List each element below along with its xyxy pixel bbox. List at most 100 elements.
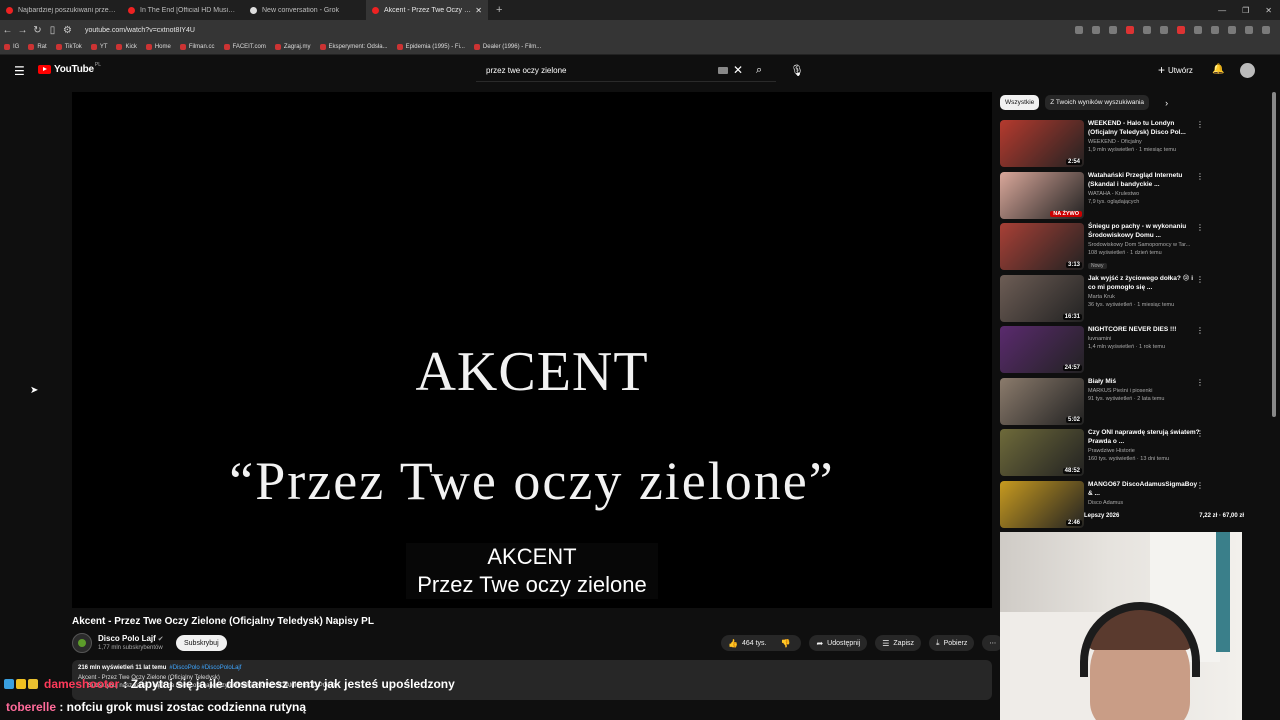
extension-icon[interactable] — [1194, 26, 1202, 34]
rec-title[interactable]: NIGHTCORE NEVER DIES !!! — [1088, 325, 1200, 334]
hamburger-menu-icon[interactable]: ☰ — [14, 64, 25, 78]
bookmark-item[interactable]: Dealer (1996) - Film... — [473, 44, 541, 50]
sidebar-scrollbar[interactable] — [1272, 92, 1276, 417]
close-tab-icon[interactable]: ✕ — [475, 6, 482, 15]
list-item[interactable]: 2:54 WEEKEND - Halo tu Londyn (Oficjalny… — [1000, 118, 1205, 170]
rec-channel[interactable]: Marta Kruk — [1088, 294, 1200, 300]
bookmark-item[interactable]: Eksperyment: Odsła... — [319, 44, 388, 50]
list-item[interactable]: 16:31 Jak wyjść z życiowego dołka? 😢 i c… — [1000, 273, 1205, 325]
browser-tab[interactable]: In The End [Official HD Music Video] — [122, 0, 244, 20]
bookmark-item[interactable]: TikTok — [55, 44, 82, 50]
new-tab-button[interactable]: + — [488, 4, 510, 16]
save-button[interactable]: ☰ Zapisz — [875, 635, 922, 651]
url-field[interactable]: youtube.com/watch?v=cxtnot8IY4U — [85, 27, 195, 34]
download-icon[interactable] — [1228, 26, 1236, 34]
video-thumbnail[interactable]: 2:46 — [1000, 480, 1084, 528]
video-thumbnail[interactable]: 16:31 — [1000, 274, 1084, 322]
more-vertical-icon[interactable]: ⋮ — [1196, 378, 1204, 387]
rec-title[interactable]: MANGO67 DiscoAdamusSigmaBoy & ... — [1088, 480, 1200, 498]
microphone-icon[interactable]: 🎙 — [790, 64, 804, 77]
rec-channel[interactable]: Środowiskowy Dom Samopomocy w Tar... — [1088, 242, 1200, 248]
browser-tab[interactable]: Najbardziej poszukiwani przestępcy — [0, 0, 122, 20]
more-vertical-icon[interactable]: ⋮ — [1196, 120, 1204, 129]
download-button[interactable]: ⤓ Pobierz — [929, 635, 975, 651]
close-window-icon[interactable]: ✕ — [1265, 6, 1272, 15]
minimize-icon[interactable]: — — [1218, 6, 1226, 15]
menu-icon[interactable] — [1262, 26, 1270, 34]
youtube-logo[interactable]: YouTube PL — [38, 62, 101, 75]
extension-icon[interactable] — [1245, 26, 1253, 34]
rec-title[interactable]: Jak wyjść z życiowego dołka? 😢 i co mi p… — [1088, 274, 1200, 292]
like-button[interactable]: 👍 464 tys. 👎 — [721, 635, 802, 651]
rec-title[interactable]: Watahański Przegląd Internetu (Skandal i… — [1088, 171, 1200, 189]
list-item[interactable]: 5:02 Biały Miś MARKUS Pieśni i piosenki … — [1000, 376, 1205, 428]
clear-search-icon[interactable]: ✕ — [733, 63, 743, 77]
back-icon[interactable]: ← — [0, 25, 15, 36]
video-player[interactable]: AKCENT “Przez Twe oczy zielone” AKCENT P… — [72, 92, 992, 608]
chip-all[interactable]: Wszystkie — [1000, 95, 1040, 110]
search-icon[interactable]: ⌕ — [756, 64, 762, 77]
list-item[interactable]: 3:13 Śniegu po pachy - w wykonaniu Środo… — [1000, 221, 1205, 273]
bookmark-item[interactable]: Filman.cc — [179, 44, 215, 50]
bookmark-item[interactable]: Rat — [28, 44, 47, 50]
search-box[interactable]: przez twe oczy zielone ✕ ⌕ — [476, 61, 776, 82]
rec-channel[interactable]: WEEKEND - Oficjalny — [1088, 139, 1200, 145]
list-item[interactable]: 24:57 NIGHTCORE NEVER DIES !!! luvnamini… — [1000, 324, 1205, 376]
more-vertical-icon[interactable]: ⋮ — [1196, 275, 1204, 284]
extension-icon[interactable] — [1177, 26, 1185, 34]
star-icon[interactable] — [1109, 26, 1117, 34]
bookmark-item[interactable]: Zagraj.my — [274, 44, 311, 50]
extension-icon[interactable] — [1143, 26, 1151, 34]
chevron-right-icon[interactable]: › — [1165, 98, 1168, 108]
rec-title[interactable]: Biały Miś — [1088, 377, 1200, 386]
shield-icon[interactable] — [1126, 26, 1134, 34]
share-button[interactable]: ➦ Udostępnij — [809, 635, 868, 651]
bookmark-item[interactable]: Epidemia (1995) - Fi... — [396, 44, 465, 50]
browser-tab[interactable]: New conversation - Grok — [244, 0, 366, 20]
bookmark-item[interactable]: YT — [90, 44, 107, 50]
channel-avatar[interactable] — [72, 633, 92, 653]
rec-title[interactable]: Śniegu po pachy - w wykonaniu Środowisko… — [1088, 222, 1200, 240]
more-vertical-icon[interactable]: ⋮ — [1196, 326, 1204, 335]
video-thumbnail[interactable]: 24:57 — [1000, 326, 1084, 373]
video-thumbnail[interactable]: 3:13 — [1000, 223, 1084, 270]
bookmark-item[interactable]: FACEIT.com — [223, 44, 266, 50]
puzzle-icon[interactable] — [1211, 26, 1219, 34]
video-thumbnail[interactable]: 2:54 — [1000, 120, 1084, 167]
video-thumbnail[interactable]: 5:02 — [1000, 377, 1084, 425]
list-item[interactable]: NA ŻYWO Watahański Przegląd Internetu (S… — [1000, 170, 1205, 222]
bookmark-item[interactable]: Home — [145, 44, 171, 50]
more-vertical-icon[interactable]: ⋮ — [1196, 429, 1204, 438]
channel-name[interactable]: Disco Polo Lajf ✔ — [98, 634, 164, 643]
more-vertical-icon[interactable]: ⋮ — [1196, 223, 1204, 232]
rec-channel[interactable]: Prawdziwe Historie — [1088, 448, 1200, 454]
list-item[interactable]: 2:46 MANGO67 DiscoAdamusSigmaBoy & ... D… — [1000, 479, 1205, 531]
more-vertical-icon[interactable]: ⋮ — [1196, 172, 1204, 181]
rec-channel[interactable]: luvnamini — [1088, 336, 1200, 342]
keyboard-icon[interactable] — [718, 67, 728, 74]
forward-icon[interactable]: → — [15, 25, 30, 36]
hashtags[interactable]: #DiscoPolo #DiscoPoloLajf — [169, 665, 241, 671]
more-vertical-icon[interactable]: ⋮ — [1196, 481, 1204, 490]
rec-channel[interactable]: MARKUS Pieśni i piosenki — [1088, 388, 1200, 394]
chip-from-search[interactable]: Z Twoich wyników wyszukiwania — [1045, 95, 1150, 110]
extension-icon[interactable] — [1075, 26, 1083, 34]
share-icon[interactable] — [1092, 26, 1100, 34]
list-item[interactable]: 48:52 Czy ONI naprawdę sterują światem? … — [1000, 427, 1205, 479]
site-info-icon[interactable]: ⚙ — [60, 25, 75, 36]
bookmark-item[interactable]: Kick — [116, 44, 137, 50]
search-input[interactable]: przez twe oczy zielone — [486, 66, 566, 75]
bookmark-icon[interactable]: ▯ — [45, 25, 60, 36]
create-button[interactable]: + Utwórz — [1158, 63, 1193, 77]
extension-icon[interactable] — [1160, 26, 1168, 34]
account-avatar[interactable] — [1240, 63, 1255, 78]
video-thumbnail[interactable]: NA ŻYWO — [1000, 171, 1084, 219]
video-thumbnail[interactable]: 48:52 — [1000, 429, 1084, 476]
browser-tab-active[interactable]: Akcent - Przez Twe Oczy Zie ✕ — [366, 0, 488, 20]
bookmark-item[interactable]: IG — [4, 44, 19, 50]
restore-icon[interactable]: ❐ — [1242, 6, 1249, 15]
rec-title[interactable]: Czy ONI naprawdę sterują światem? Prawda… — [1088, 428, 1200, 446]
notifications-bell-icon[interactable]: 🔔 — [1212, 64, 1224, 75]
subscribe-button[interactable]: Subskrybuj — [176, 635, 227, 651]
thumbs-down-icon[interactable]: 👎 — [780, 639, 790, 648]
